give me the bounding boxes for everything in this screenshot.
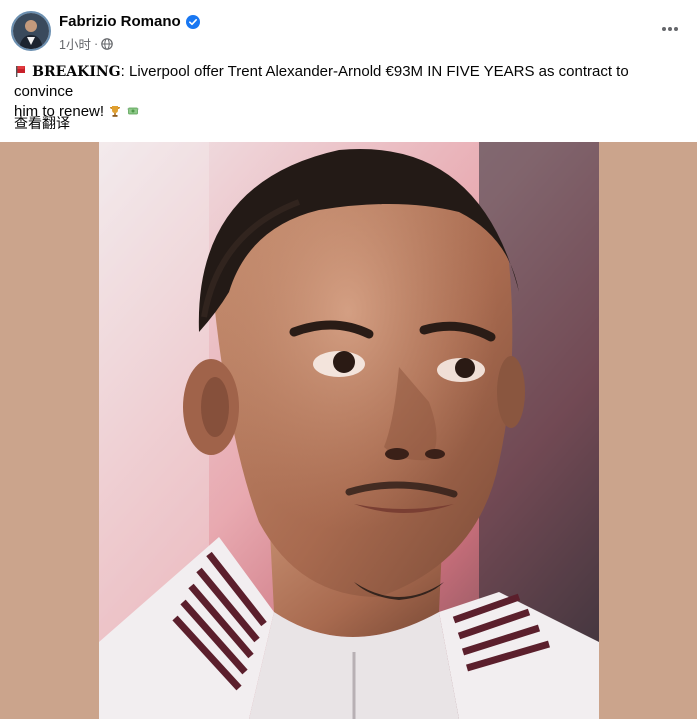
post-timestamp[interactable]: 1小时 <box>59 34 91 53</box>
avatar-photo <box>13 13 49 49</box>
ellipsis-icon <box>662 27 678 31</box>
facebook-post: Fabrizio Romano 1小时 · BREAKING: Liverpoo… <box>0 0 697 719</box>
post-header: Fabrizio Romano 1小时 · <box>0 0 697 58</box>
post-meta: 1小时 · <box>59 34 113 53</box>
player-portrait-photo[interactable] <box>99 142 599 719</box>
post-media <box>0 142 697 719</box>
trophy-icon <box>108 104 122 118</box>
avatar[interactable] <box>11 11 51 51</box>
author-line: Fabrizio Romano <box>59 13 200 30</box>
globe-icon[interactable] <box>101 37 113 50</box>
post-text: BREAKING: Liverpool offer Trent Alexande… <box>14 62 684 122</box>
see-translation-link[interactable]: 查看翻译 <box>14 113 70 133</box>
money-with-wings-icon <box>126 104 140 118</box>
meta-separator: · <box>93 36 99 51</box>
breaking-label: BREAKING <box>32 64 121 80</box>
verified-badge-icon <box>185 14 200 29</box>
more-options-button[interactable] <box>657 16 683 42</box>
player-portrait-image <box>99 142 599 719</box>
author-name[interactable]: Fabrizio Romano <box>59 13 181 30</box>
red-flag-icon <box>14 64 28 78</box>
